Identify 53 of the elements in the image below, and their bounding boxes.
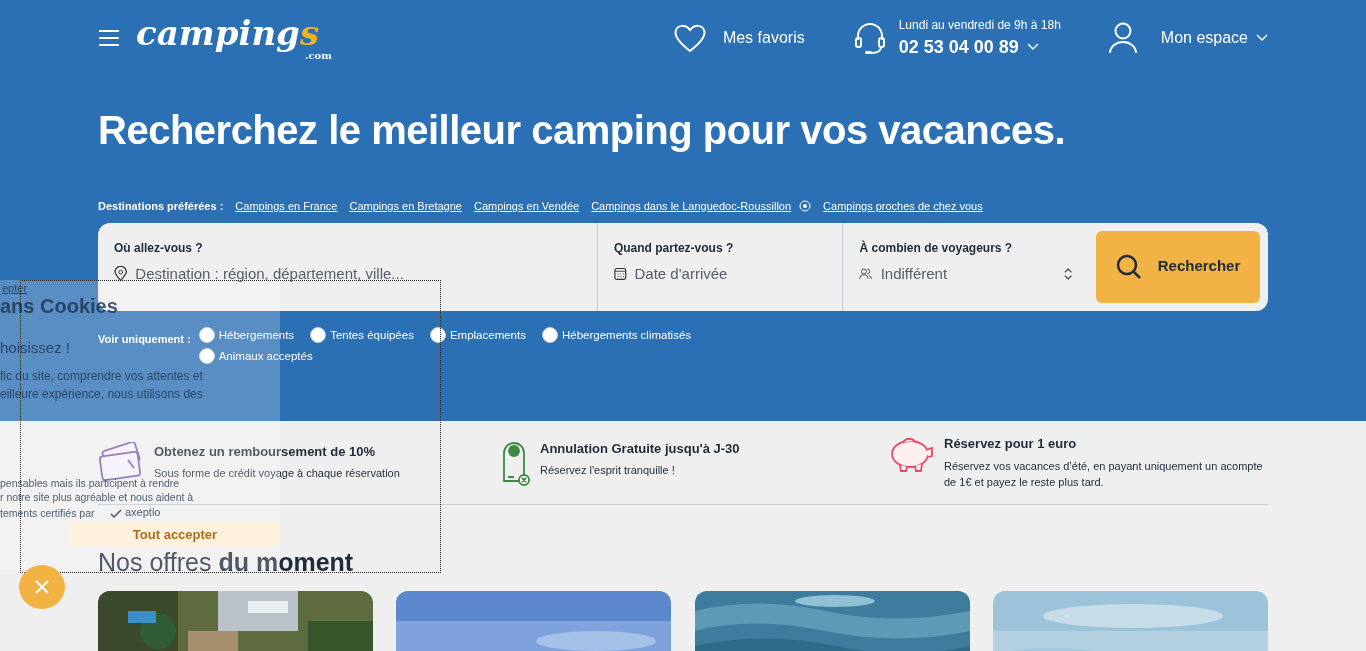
section-title: Nos offres du moment: [98, 549, 355, 577]
filter-option[interactable]: Hébergements climatisés: [541, 326, 692, 344]
destination-link[interactable]: Campings en Bretagne: [349, 198, 462, 215]
destinations-label: Destinations préférées :: [98, 199, 224, 214]
field-label: À combien de voyageurs ?: [859, 239, 1014, 257]
cookie-text: eilleure expérience, nous utilisons des: [0, 388, 203, 402]
people-icon: [859, 266, 873, 281]
headset-icon: [852, 21, 887, 55]
search-icon: [1115, 253, 1142, 280]
field-label: Où allez-vous ?: [114, 239, 204, 257]
sort-chevrons-icon: [1063, 266, 1073, 281]
calendar-icon: [613, 266, 627, 281]
filter-option[interactable]: Animaux acceptés: [198, 347, 313, 365]
field-label: Quand partez-vous ?: [613, 239, 735, 257]
filter-option[interactable]: Emplacements: [429, 326, 526, 344]
chevron-down-icon: [1256, 34, 1268, 42]
filters-label: Voir uniquement :: [98, 331, 191, 347]
destination-link[interactable]: Campings dans le Languedoc-Roussillon: [591, 198, 792, 215]
search-input[interactable]: Date d'arrivée: [634, 264, 827, 283]
destination-link[interactable]: Campings proches de chez vous: [823, 198, 983, 215]
certified-text: tements certifiés par: [0, 507, 95, 520]
feature-title: Obtenez un remboursement de 10%: [154, 442, 377, 461]
feature-title: Annulation Gratuite jusqu'à J-30: [540, 439, 740, 458]
hours-text: Lundi au vendredi de 9h à 18h: [898, 16, 1061, 34]
cookie-text: pensables mais ils participent à rendre: [0, 477, 180, 490]
guests-select[interactable]: Indifférent: [880, 264, 1056, 283]
brand-name: axeptio: [125, 506, 161, 519]
destination-link[interactable]: Campings en Vendée: [473, 198, 580, 215]
destination-link[interactable]: Campings en France: [235, 198, 338, 215]
filter-option[interactable]: Hébergements: [198, 326, 295, 344]
cookie-subtitle: hoisissez !: [0, 339, 71, 357]
account-menu[interactable]: Mon espace: [1108, 22, 1268, 54]
search-input[interactable]: Destination : région, département, ville...: [135, 264, 581, 283]
favorites-link[interactable]: Mes favoris: [672, 23, 805, 53]
feature-title: Réservez pour 1 euro: [944, 435, 1078, 454]
user-icon: [1108, 22, 1137, 54]
page-heading: Recherchez le meilleur camping pour vos vacances.: [98, 107, 1067, 154]
close-icon: [34, 579, 50, 595]
cookie-text: r notre site plus agréable et nous aident à: [0, 491, 194, 504]
feature-text: Réservez vos vacances d’été, en payant uniquement un acompte de 1€ et payez le reste plus tard.: [944, 458, 1264, 491]
menu-icon[interactable]: [98, 29, 120, 47]
feature-text: Réservez l'esprit tranquille !: [540, 463, 676, 478]
search-button[interactable]: Rechercher: [1096, 230, 1260, 303]
filter-option[interactable]: Tentes équipées: [310, 326, 414, 344]
location-target-icon: [799, 200, 812, 213]
accept-button[interactable]: Tout accepter: [70, 522, 280, 546]
feature-text: Sous forme de crédit voyage à chaque réservation: [154, 466, 400, 479]
check-mark-icon: [110, 509, 122, 519]
consent-link[interactable]: epter: [2, 282, 28, 295]
location-pin-icon: [114, 265, 128, 282]
heart-icon: [672, 23, 707, 53]
phone-number[interactable]: 02 53 04 00 89: [898, 33, 1019, 61]
chevron-down-icon: [1026, 43, 1039, 51]
